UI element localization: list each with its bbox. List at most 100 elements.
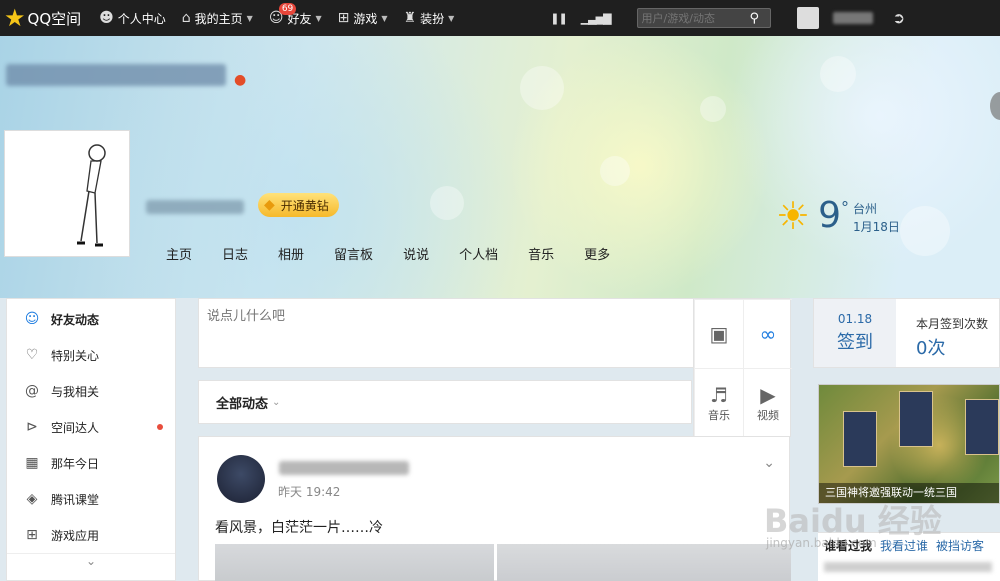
side-toggle-button[interactable] bbox=[990, 92, 1000, 120]
post-text: 看风景，白茫茫一片……冷 bbox=[215, 520, 383, 536]
logout-icon[interactable]: ➲ bbox=[893, 9, 906, 27]
checkin-button[interactable]: 01.18 签到 bbox=[814, 299, 896, 367]
weather-location: 台州 1月18日 bbox=[853, 200, 900, 236]
search-box[interactable]: ⚲ bbox=[636, 8, 771, 28]
sidebar-item-related-to-me[interactable]: @ 与我相关 bbox=[7, 373, 175, 409]
shirt-icon: ♜ bbox=[403, 10, 417, 26]
ad-character-card bbox=[843, 411, 877, 467]
baidu-watermark-url: jingyan.baidu.com bbox=[766, 536, 877, 550]
at-icon: @ bbox=[25, 383, 39, 399]
post-composer: ▣ ∞ ♬ 音乐 ▶ 视频 bbox=[198, 298, 792, 437]
caret-down-icon: ▼ bbox=[381, 13, 388, 23]
music-button[interactable]: ♬ 音乐 bbox=[694, 368, 743, 437]
nav-friends[interactable]: ☺ 69 好友 ▼ bbox=[269, 0, 322, 36]
person-icon: ☻ bbox=[99, 10, 114, 26]
ad-character-card bbox=[965, 399, 999, 455]
post-photo[interactable] bbox=[215, 544, 494, 581]
tab-album[interactable]: 相册 bbox=[278, 244, 304, 263]
profile-avatar[interactable] bbox=[4, 130, 130, 257]
chevron-down-icon: ⌄ bbox=[85, 554, 97, 568]
nav-personal-center[interactable]: ☻ 个人中心 bbox=[99, 0, 166, 36]
tab-more[interactable]: 更多 bbox=[584, 244, 610, 263]
caret-down-icon: ▼ bbox=[246, 13, 253, 23]
open-yellow-diamond-button[interactable]: ◆ 开通黄钻 bbox=[258, 193, 339, 217]
sidebar-item-label: 腾讯课堂 bbox=[51, 492, 100, 507]
chevron-down-icon[interactable]: ⌄ bbox=[763, 455, 775, 471]
camera-icon: ▣ bbox=[709, 322, 729, 346]
weather-city: 台州 bbox=[852, 202, 877, 216]
tab-music[interactable]: 音乐 bbox=[528, 244, 554, 263]
feed-post: 昨天 19:42 ⌄ 看风景，白茫茫一片……冷 bbox=[198, 436, 791, 581]
sketch-figure-icon bbox=[77, 144, 106, 247]
space-title-blurred bbox=[6, 64, 226, 86]
post-author-name-blurred[interactable] bbox=[279, 461, 409, 475]
weather-date: 1月18日 bbox=[852, 220, 900, 234]
user-avatar[interactable] bbox=[796, 7, 819, 29]
post-author-avatar[interactable] bbox=[217, 455, 265, 503]
decor-bubble bbox=[520, 66, 564, 110]
nav-my-homepage[interactable]: ⌂ 我的主页 ▼ bbox=[182, 0, 253, 36]
nav-dress-up[interactable]: ♜ 装扮 ▼ bbox=[404, 0, 455, 36]
sidebar-item-label: 好友动态 bbox=[51, 312, 100, 327]
tab-message-board[interactable]: 留言板 bbox=[334, 244, 373, 263]
decor-bubble bbox=[600, 156, 630, 186]
pause-icon[interactable]: ❚❚ bbox=[550, 12, 567, 25]
tab-blog[interactable]: 日志 bbox=[222, 244, 248, 263]
post-photo[interactable] bbox=[497, 544, 791, 581]
user-name-blurred[interactable] bbox=[832, 12, 873, 24]
sidebar-item-on-this-day[interactable]: ▦ 那年今日 bbox=[7, 445, 175, 481]
nav-games[interactable]: ⊞ 游戏 ▼ bbox=[338, 0, 388, 36]
sidebar-item-label: 特别关心 bbox=[51, 348, 100, 363]
checkin-date: 01.18 bbox=[837, 312, 873, 326]
game-ad-banner[interactable]: 三国神将邀强联动一统三国 bbox=[818, 384, 1000, 504]
tab-home[interactable]: 主页 bbox=[166, 244, 192, 263]
play-circle-icon: ⊳ bbox=[26, 419, 38, 435]
sidebar-item-label: 与我相关 bbox=[51, 384, 100, 399]
video-button[interactable]: ▶ 视频 bbox=[743, 368, 792, 437]
profile-tabs: 主页 日志 相册 留言板 说说 个人档 音乐 更多 bbox=[166, 244, 640, 263]
post-time: 昨天 19:42 bbox=[278, 485, 341, 499]
link-icon: ∞ bbox=[759, 322, 777, 346]
search-input[interactable] bbox=[637, 11, 748, 25]
sidebar-item-label: 空间达人 bbox=[51, 420, 100, 435]
tab-shuoshuo[interactable]: 说说 bbox=[403, 244, 429, 263]
checkin-widget: 01.18 签到 本月签到次数 0次 bbox=[813, 298, 1000, 368]
notification-dot bbox=[157, 424, 163, 430]
checkin-count-label: 本月签到次数 bbox=[916, 317, 989, 331]
sidebar-item-friend-feed[interactable]: ☺ 好友动态 bbox=[7, 301, 175, 337]
sidebar-item-label: 游戏应用 bbox=[51, 528, 100, 543]
signal-bars-icon[interactable]: ▁▃▅▇ bbox=[581, 12, 612, 25]
caret-down-icon: ▼ bbox=[448, 13, 455, 23]
qzone-logo[interactable]: ★ QQ空间 bbox=[4, 0, 81, 36]
checkin-stats: 本月签到次数 0次 bbox=[896, 299, 999, 367]
calendar-icon: ▦ bbox=[25, 455, 39, 471]
tab-profile[interactable]: 个人档 bbox=[459, 244, 498, 263]
video-icon: ▶ bbox=[760, 383, 776, 407]
search-icon[interactable]: ⚲ bbox=[750, 11, 760, 26]
caret-down-icon: ▼ bbox=[315, 13, 322, 23]
nav-label: 装扮 bbox=[420, 11, 445, 26]
star-logo-icon: ★ bbox=[4, 4, 26, 32]
sidebar-item-space-expert[interactable]: ⊳ 空间达人 bbox=[7, 409, 175, 445]
feed-filter-dropdown[interactable]: 全部动态 ⌄ bbox=[198, 380, 692, 424]
sun-icon: ☀ bbox=[776, 194, 811, 238]
nav-label: 我的主页 bbox=[194, 11, 243, 26]
sidebar-item-label: 那年今日 bbox=[51, 456, 100, 471]
level-badge-icon: ● bbox=[234, 72, 247, 88]
diamond-icon: ◆ bbox=[264, 197, 275, 213]
tab-blocked-visitors[interactable]: 被挡访客 bbox=[936, 537, 984, 554]
friends-badge: 69 bbox=[278, 3, 297, 15]
composer-input[interactable] bbox=[199, 299, 693, 367]
sidebar-item-tencent-classroom[interactable]: ◈ 腾讯课堂 bbox=[7, 481, 175, 517]
sidebar-item-game-apps[interactable]: ⊞ 游戏应用 bbox=[7, 517, 175, 553]
camera-button[interactable]: ▣ bbox=[694, 299, 743, 368]
left-sidebar: ☺ 好友动态 ♡ 特别关心 @ 与我相关 ⊳ 空间达人 ▦ 那年今日 ◈ 腾讯课… bbox=[6, 298, 176, 581]
link-button[interactable]: ∞ bbox=[743, 299, 792, 368]
sidebar-item-special-care[interactable]: ♡ 特别关心 bbox=[7, 337, 175, 373]
logo-text: QQ空间 bbox=[27, 9, 82, 28]
heart-icon: ♡ bbox=[25, 347, 39, 363]
checkin-count: 0次 bbox=[916, 338, 946, 359]
nickname-blurred bbox=[146, 200, 244, 214]
composer-tools: ▣ ∞ ♬ 音乐 ▶ 视频 bbox=[693, 299, 792, 437]
sidebar-expand-button[interactable]: ⌄ bbox=[7, 553, 175, 575]
